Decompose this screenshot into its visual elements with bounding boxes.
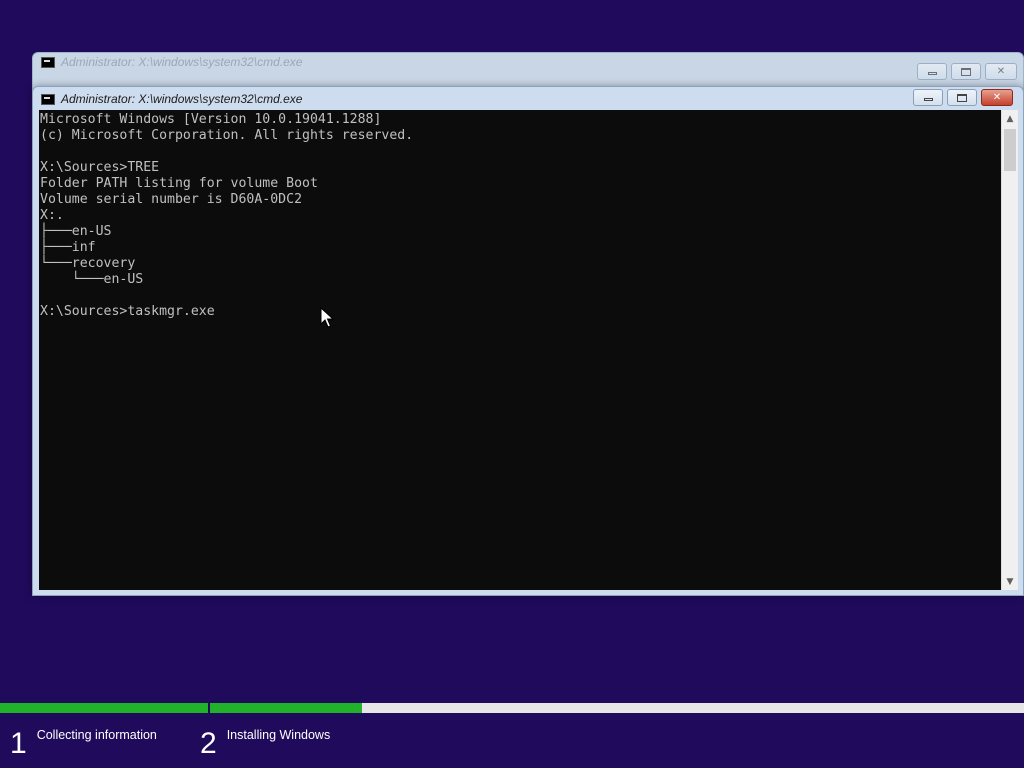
background-close-button[interactable]: ✕ [985,63,1017,80]
mouse-pointer-icon [320,307,334,328]
chevron-up-icon: ▲ [1006,113,1014,124]
progress-fill-installing [210,703,363,713]
scroll-down-button[interactable]: ▼ [1002,573,1018,590]
minimize-button[interactable] [913,89,943,106]
window-caption-buttons: ✕ [913,89,1013,106]
progress-divider [208,703,210,713]
background-maximize-button[interactable] [951,63,981,80]
step-number: 2 [200,727,217,760]
maximize-icon [961,67,971,76]
step-number: 1 [10,727,27,760]
window-titlebar[interactable]: Administrator: X:\windows\system32\cmd.e… [33,87,1023,111]
close-button[interactable]: ✕ [981,89,1013,106]
console-output[interactable]: Microsoft Windows [Version 10.0.19041.12… [39,110,1001,590]
progress-fill-collecting [0,703,208,713]
window-title: Administrator: X:\windows\system32\cmd.e… [61,92,303,106]
cmd-window[interactable]: Administrator: X:\windows\system32\cmd.e… [32,86,1024,596]
setup-step-installing: 2 Installing Windows [200,724,330,764]
progress-segment-installing [210,703,1024,713]
maximize-icon [957,93,967,102]
setup-progress-bar [0,703,1024,713]
close-icon: ✕ [996,66,1006,77]
step-label: Installing Windows [226,728,331,742]
background-window-titlebar[interactable]: Administrator: X:\windows\system32\cmd.e… [33,53,1023,89]
scroll-thumb[interactable] [1004,129,1016,171]
close-icon: ✕ [992,92,1002,103]
background-minimize-button[interactable] [917,63,947,80]
vertical-scrollbar[interactable]: ▲ ▼ [1001,110,1018,590]
scroll-up-button[interactable]: ▲ [1002,110,1018,127]
maximize-button[interactable] [947,89,977,106]
background-window-caption-buttons: ✕ [917,63,1017,80]
console-text: Microsoft Windows [Version 10.0.19041.12… [40,112,414,319]
minimize-icon [923,98,933,101]
step-label: Collecting information [36,728,157,742]
setup-step-collecting: 1 Collecting information [10,724,157,764]
progress-segment-collecting [0,703,208,713]
chevron-down-icon: ▼ [1006,576,1014,587]
cmd-icon [41,93,55,105]
background-window-title: Administrator: X:\windows\system32\cmd.e… [61,55,303,69]
cmd-icon [41,56,55,68]
minimize-icon [927,72,937,75]
